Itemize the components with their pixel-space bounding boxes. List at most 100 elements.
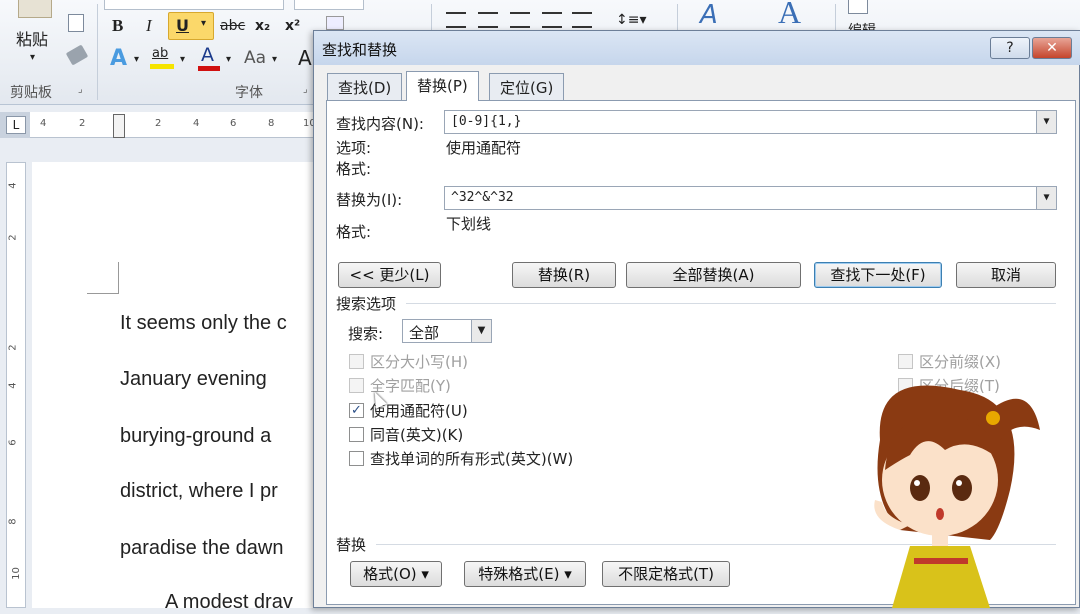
document-line: paradise the dawn: [120, 537, 284, 559]
paste-button[interactable]: 粘贴: [16, 26, 48, 50]
ruler-number: 4: [7, 382, 19, 389]
replace-all-button[interactable]: 全部替换(A): [626, 262, 801, 288]
right-eye: [952, 475, 972, 501]
text-effect-button[interactable]: A: [110, 46, 127, 71]
search-direction-select[interactable]: 全部 ▼: [402, 319, 492, 343]
replace-format-value: 下划线: [446, 215, 492, 233]
distribute-icon[interactable]: [572, 12, 592, 28]
font-color-button[interactable]: A: [198, 44, 222, 72]
tab-goto[interactable]: 定位(G): [489, 73, 565, 100]
use-wildcards-checkbox[interactable]: ✓ 使用通配符(U): [349, 400, 468, 421]
tab-replace[interactable]: 替换(P): [406, 71, 479, 101]
ruler-number: 2: [7, 344, 19, 351]
chevron-down-icon[interactable]: ▼: [1036, 111, 1056, 133]
ruler-number: 2: [7, 234, 19, 241]
highlight-label: ab: [152, 46, 169, 61]
dialog-titlebar[interactable]: 查找和替换 ? ✕: [314, 31, 1080, 65]
replace-with-input[interactable]: ^32^&^32 ▼: [444, 186, 1057, 210]
align-right-icon[interactable]: [510, 12, 530, 28]
grow-font-button[interactable]: A: [298, 46, 312, 70]
dress: [892, 546, 990, 608]
document-line: A modest drav: [165, 591, 293, 613]
find-what-value: [0-9]{1,}: [451, 114, 522, 129]
close-button[interactable]: ✕: [1032, 37, 1072, 59]
match-prefix-checkbox[interactable]: 区分前缀(X): [898, 351, 1001, 372]
checkbox-label: 区分前缀(X): [919, 353, 1001, 371]
dress-belt: [914, 558, 968, 564]
clipboard-launcher-icon[interactable]: ⌟: [78, 84, 83, 95]
styles-a-icon[interactable]: A: [778, 0, 801, 31]
dialog-title: 查找和替换: [322, 41, 398, 59]
clipboard-group-label: 剪贴板: [10, 85, 52, 101]
underline-button[interactable]: U ▾: [168, 12, 214, 40]
replace-section-title: 替换: [336, 536, 367, 554]
search-direction-label: 搜索:: [348, 325, 384, 343]
align-left-icon[interactable]: [446, 12, 466, 28]
find-what-input[interactable]: [0-9]{1,} ▼: [444, 110, 1057, 134]
align-center-icon[interactable]: [478, 12, 498, 28]
hair-tie: [986, 411, 1000, 425]
find-binoculars-icon[interactable]: [848, 0, 868, 14]
underline-label: U: [176, 16, 189, 35]
paste-dropdown-icon[interactable]: ▾: [30, 52, 35, 63]
sounds-like-checkbox[interactable]: 同音(英文)(K): [349, 424, 463, 445]
superscript-button[interactable]: x²: [285, 18, 300, 34]
italic-button[interactable]: I: [146, 16, 152, 36]
special-menu-button[interactable]: 特殊格式(E) ▾: [464, 561, 586, 587]
document-line: It seems only the c: [120, 312, 287, 334]
strikethrough-button[interactable]: abc: [220, 18, 245, 34]
less-button[interactable]: << 更少(L): [338, 262, 441, 288]
find-next-button[interactable]: 查找下一处(F): [814, 262, 942, 288]
chevron-down-icon[interactable]: ▼: [471, 320, 491, 342]
font-launcher-icon[interactable]: ⌟: [303, 84, 308, 95]
ruler-number: 2: [155, 118, 162, 129]
highlight-dropdown-icon[interactable]: ▾: [180, 54, 185, 65]
checkbox-box: [349, 378, 364, 393]
ruler-number: 8: [268, 118, 275, 129]
search-direction-value: 全部: [409, 324, 440, 342]
checkbox-box: [898, 354, 913, 369]
paste-icon[interactable]: [18, 0, 52, 18]
copy-icon[interactable]: [68, 14, 84, 32]
left-eye: [910, 475, 930, 501]
whole-word-checkbox[interactable]: 全字匹配(Y): [349, 375, 451, 396]
bold-button[interactable]: B: [112, 16, 123, 36]
find-format-label: 格式:: [336, 160, 372, 178]
replace-button[interactable]: 替换(R): [512, 262, 616, 288]
indent-marker-icon[interactable]: [113, 114, 125, 138]
underline-dropdown-icon[interactable]: ▾: [201, 18, 206, 29]
font-name-box[interactable]: [104, 0, 284, 10]
format-painter-icon[interactable]: [65, 44, 89, 66]
document-line: January evening: [120, 368, 267, 390]
tab-stop-selector[interactable]: L: [6, 116, 26, 134]
replace-with-value: ^32^&^32: [451, 190, 514, 205]
format-menu-button[interactable]: 格式(O) ▾: [350, 561, 442, 587]
chevron-down-icon[interactable]: ▼: [1036, 187, 1056, 209]
highlight-button[interactable]: ab: [150, 46, 176, 72]
match-case-checkbox[interactable]: 区分大小写(H): [349, 351, 468, 372]
options-value: 使用通配符: [446, 139, 522, 157]
highlight-color-bar: [150, 64, 174, 69]
checkbox-box: [349, 427, 364, 442]
options-label: 选项:: [336, 139, 372, 157]
text-effect-dropdown-icon[interactable]: ▾: [134, 54, 139, 65]
help-button[interactable]: ?: [990, 37, 1030, 59]
checkbox-label: 查找单词的所有形式(英文)(W): [370, 450, 574, 468]
tab-find[interactable]: 查找(D): [327, 73, 403, 100]
font-color-bar: [198, 66, 220, 71]
change-case-button[interactable]: Aa: [244, 48, 266, 68]
font-size-box[interactable]: [294, 0, 364, 10]
change-case-dropdown-icon[interactable]: ▾: [272, 54, 277, 65]
font-color-label: A: [201, 44, 214, 66]
line-spacing-icon[interactable]: ↕≡▾: [616, 12, 647, 28]
ruler-number: 4: [7, 182, 19, 189]
subscript-button[interactable]: x₂: [255, 18, 270, 34]
clear-format-icon[interactable]: [326, 16, 344, 30]
cancel-button[interactable]: 取消: [956, 262, 1056, 288]
find-what-label: 查找内容(N):: [336, 115, 424, 133]
font-color-dropdown-icon[interactable]: ▾: [226, 54, 231, 65]
no-formatting-button[interactable]: 不限定格式(T): [602, 561, 730, 587]
all-word-forms-checkbox[interactable]: 查找单词的所有形式(英文)(W): [349, 448, 573, 469]
styles-brush-icon[interactable]: A: [700, 0, 718, 30]
justify-icon[interactable]: [542, 12, 562, 28]
